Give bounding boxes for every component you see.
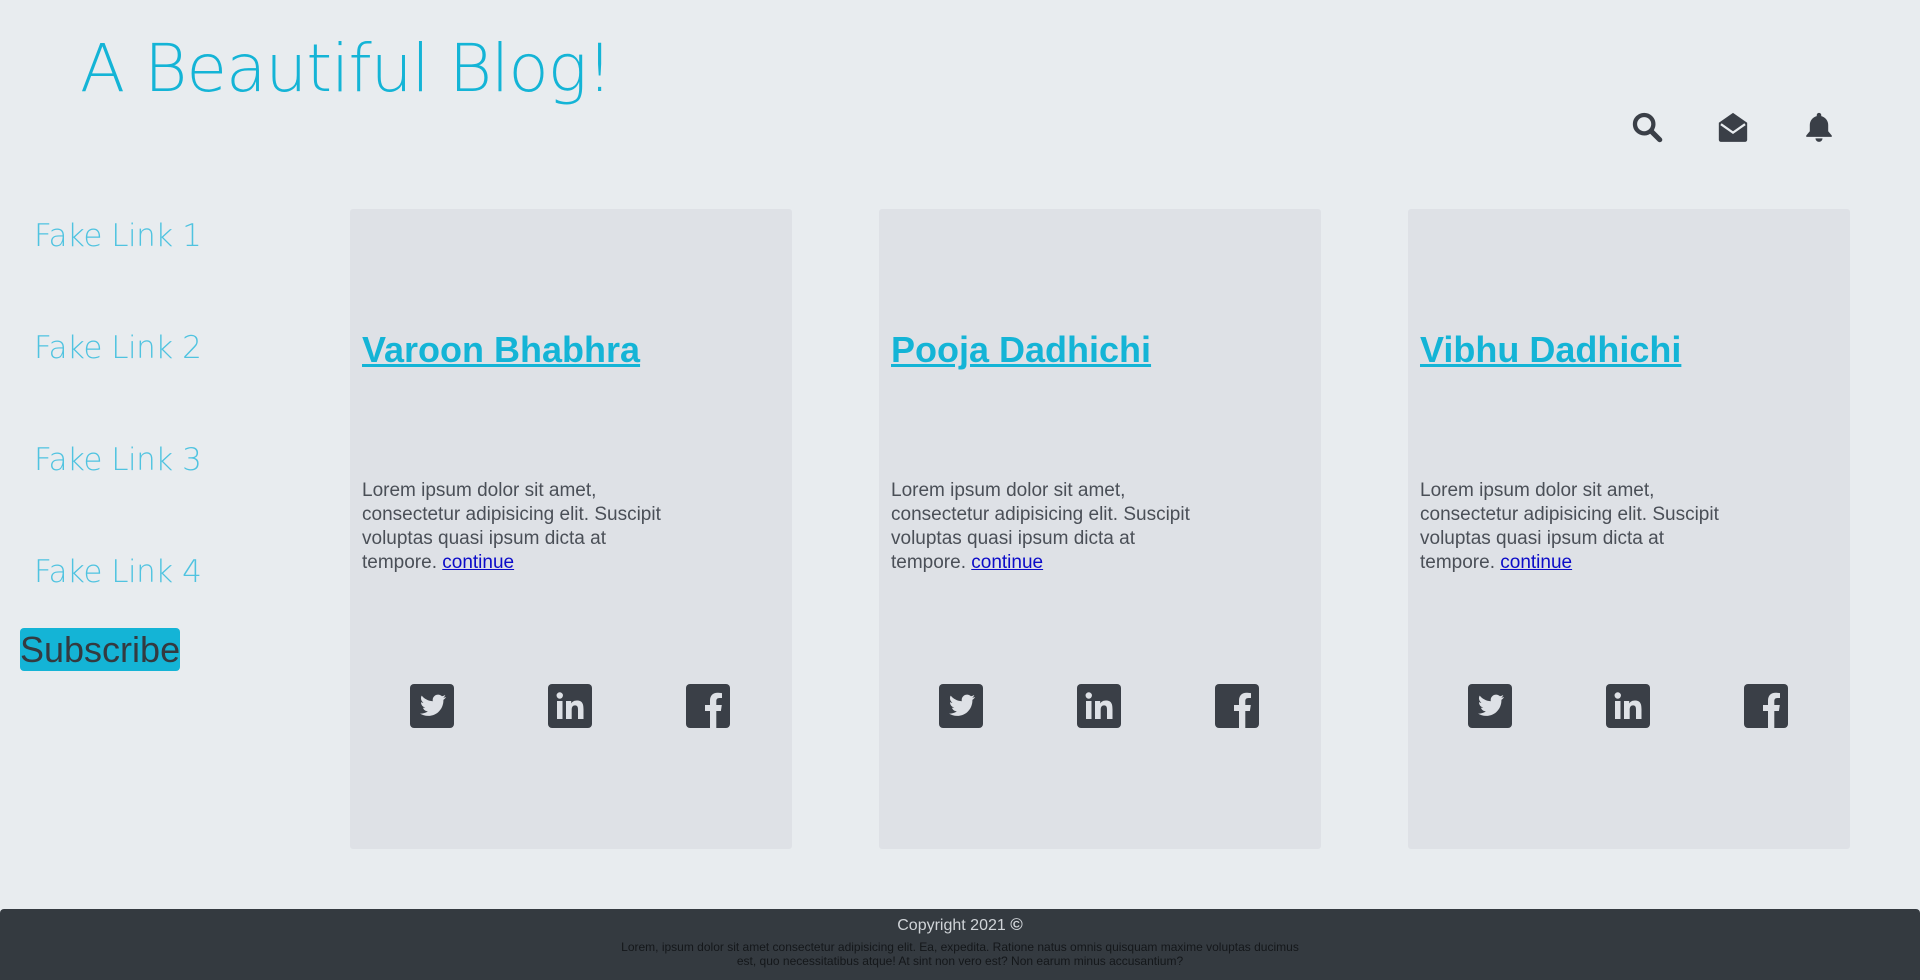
card-text: Lorem ipsum dolor sit amet, consectetur …	[1420, 479, 1720, 575]
blog-card: Varoon Bhabhra Lorem ipsum dolor sit ame…	[350, 209, 792, 849]
header-icons	[1630, 110, 1836, 144]
continue-link[interactable]: continue	[1500, 552, 1572, 573]
bell-icon[interactable]	[1802, 110, 1836, 144]
twitter-icon[interactable]	[1468, 684, 1512, 728]
twitter-icon[interactable]	[939, 684, 983, 728]
twitter-icon[interactable]	[410, 684, 454, 728]
sidebar-link-2[interactable]: Fake Link 2	[34, 322, 254, 434]
blog-card: Vibhu Dadhichi Lorem ipsum dolor sit ame…	[1408, 209, 1850, 849]
continue-link[interactable]: continue	[442, 552, 514, 573]
footer: Copyright 2021 © Lorem, ipsum dolor sit …	[0, 909, 1920, 980]
card-text: Lorem ipsum dolor sit amet, consectetur …	[362, 479, 662, 575]
subscribe-button[interactable]: Subscribe	[20, 628, 180, 671]
copyright: Copyright 2021 ©	[0, 915, 1920, 936]
card-title-link[interactable]: Varoon Bhabhra	[362, 329, 640, 371]
social-links	[1468, 684, 1788, 728]
linkedin-icon[interactable]	[1606, 684, 1650, 728]
linkedin-icon[interactable]	[1077, 684, 1121, 728]
site-title: A Beautiful Blog!	[80, 30, 613, 107]
envelope-open-icon[interactable]	[1716, 110, 1750, 144]
card-text: Lorem ipsum dolor sit amet, consectetur …	[891, 479, 1191, 575]
continue-link[interactable]: continue	[971, 552, 1043, 573]
footer-text: Lorem, ipsum dolor sit amet consectetur …	[621, 940, 1299, 968]
blog-card: Pooja Dadhichi Lorem ipsum dolor sit ame…	[879, 209, 1321, 849]
social-links	[939, 684, 1259, 728]
sidebar-link-3[interactable]: Fake Link 3	[34, 434, 254, 546]
social-links	[410, 684, 730, 728]
copyright-text: Copyright 2021	[897, 917, 1006, 934]
facebook-icon[interactable]	[686, 684, 730, 728]
copyright-icon: ©	[1010, 915, 1023, 934]
card-title-link[interactable]: Pooja Dadhichi	[891, 329, 1151, 371]
sidebar-link-1[interactable]: Fake Link 1	[34, 210, 254, 322]
linkedin-icon[interactable]	[548, 684, 592, 728]
sidebar-nav: Fake Link 1 Fake Link 2 Fake Link 3 Fake…	[34, 210, 254, 658]
card-title-link[interactable]: Vibhu Dadhichi	[1420, 329, 1681, 371]
facebook-icon[interactable]	[1215, 684, 1259, 728]
search-icon[interactable]	[1630, 110, 1664, 144]
facebook-icon[interactable]	[1744, 684, 1788, 728]
